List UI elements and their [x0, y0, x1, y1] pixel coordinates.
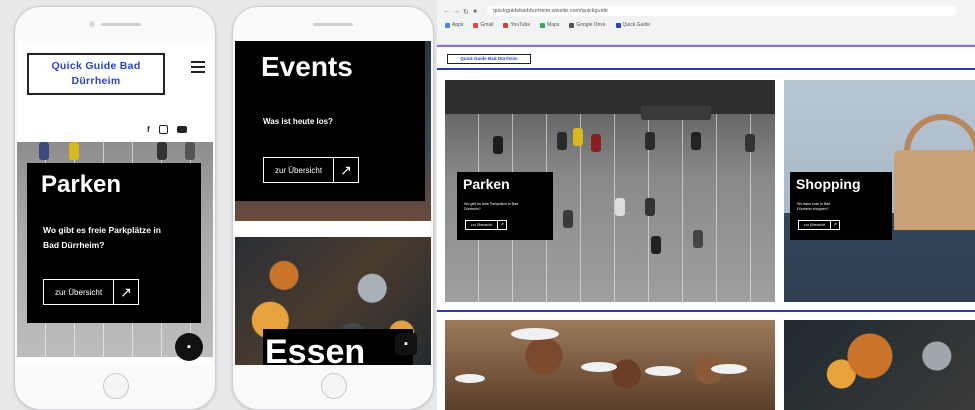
bookmarks-bar: Apps Gmail YouTube Maps Google Drive Qui…	[445, 22, 650, 28]
car	[157, 142, 167, 160]
bookmark-item[interactable]: Google Drive	[569, 22, 606, 28]
phone-mockup-events: Events Was ist heute los? zur Übersicht …	[232, 6, 434, 410]
bookmark-item[interactable]: Apps	[445, 22, 463, 28]
card-title: Parken	[41, 171, 122, 198]
hat	[455, 374, 485, 383]
phone-screen: Events Was ist heute los? zur Übersicht …	[235, 41, 431, 365]
site-logo[interactable]: Quick Guide Bad Dürrheim	[27, 53, 165, 95]
shopping-card: Shopping Wo kann man in Bad Dürrheim sho…	[790, 172, 892, 240]
section-divider	[437, 310, 975, 312]
car	[615, 198, 625, 216]
shopping-tile[interactable]: Shopping Wo kann man in Bad Dürrheim sho…	[784, 80, 975, 302]
phone-home-button	[321, 373, 347, 399]
facebook-icon[interactable]: f	[147, 125, 150, 134]
car	[185, 142, 195, 160]
card-text: Wo kann man in Bad Dürrheim shoppen?	[797, 202, 831, 211]
car	[691, 132, 701, 150]
maps-icon	[540, 22, 546, 28]
car	[69, 142, 79, 160]
parken-card: Parken Wo gibt es freie Parkplätze in Ba…	[27, 163, 201, 323]
site-logo[interactable]: Quick Guide Bad Dürrheim	[447, 54, 531, 64]
shopping-bag	[894, 150, 975, 230]
zur-uebersicht-button[interactable]: zur Übersicht ↗	[465, 220, 507, 230]
parken-tile[interactable]: Parken Wo gibt es freie Parkplätze in Ba…	[445, 80, 775, 302]
car	[573, 128, 583, 146]
events-card: Events Was ist heute los? zur Übersicht …	[235, 41, 425, 201]
apps-icon	[445, 22, 450, 28]
card-title: Events	[261, 51, 353, 82]
zur-uebersicht-button[interactable]: zur Übersicht ↗	[798, 220, 840, 230]
card-text: Was ist heute los?	[263, 117, 333, 126]
bookmark-item[interactable]: Gmail	[473, 22, 493, 28]
essen-tile[interactable]	[784, 320, 975, 410]
logo-line-2: Dürrheim	[71, 75, 121, 87]
bookmark-item[interactable]: Maps	[540, 22, 559, 28]
car	[693, 230, 703, 248]
youtube-icon	[503, 22, 509, 28]
car	[39, 142, 49, 160]
car	[591, 134, 601, 152]
zur-uebersicht-button[interactable]: zur Übersicht ↗	[263, 157, 359, 183]
instagram-icon[interactable]	[158, 125, 168, 134]
phone-camera	[89, 21, 95, 27]
reload-icon[interactable]: ↻	[463, 8, 469, 16]
logo-line-1: Quick Guide Bad	[51, 60, 141, 72]
social-links: f	[147, 125, 187, 134]
back-icon[interactable]: ←	[443, 8, 450, 15]
car	[645, 132, 655, 150]
card-title: Essen	[265, 333, 366, 365]
car	[493, 136, 503, 154]
forward-icon[interactable]: →	[453, 8, 460, 15]
card-title: Parken	[463, 176, 510, 192]
essen-card: Essen	[263, 329, 413, 365]
truck	[641, 106, 711, 120]
hat	[645, 366, 681, 376]
arrow-up-right-icon: ↗	[333, 158, 358, 182]
browser-window: ← → ↻ ● quickguidebaddurrheim.wixsite.co…	[437, 0, 975, 410]
header-underline	[437, 68, 975, 70]
youtube-icon[interactable]	[176, 126, 187, 133]
card-text: Wo gibt es freie Parkplätze in Bad Dürrh…	[43, 225, 161, 250]
hat	[711, 364, 747, 374]
car	[557, 132, 567, 150]
events-tile[interactable]	[445, 320, 775, 410]
road	[445, 80, 775, 114]
header-divider	[437, 45, 975, 47]
address-bar[interactable]: quickguidebaddurrheim.wixsite.com/quickg…	[487, 6, 957, 16]
card-title: Shopping	[796, 176, 861, 192]
arrow-up-right-icon: ↗	[830, 221, 839, 229]
car	[745, 134, 755, 152]
bookmark-item[interactable]: Quick Guide	[615, 22, 650, 28]
car	[645, 198, 655, 216]
parken-card: Parken Wo gibt es freie Parkplätze in Ba…	[457, 172, 553, 240]
phone-speaker	[101, 23, 141, 26]
gmail-icon	[473, 22, 479, 28]
arrow-up-right-icon: ↗	[497, 221, 506, 229]
chat-icon[interactable]: ▪	[395, 333, 417, 355]
drive-icon	[569, 22, 575, 28]
car	[563, 210, 573, 228]
phone-screen: Quick Guide Bad Dürrheim f Parken Wo gib…	[17, 41, 213, 365]
browser-chrome: ← → ↻ ● quickguidebaddurrheim.wixsite.co…	[437, 0, 975, 45]
zur-uebersicht-button[interactable]: zur Übersicht ↗	[43, 279, 139, 305]
phone-speaker	[313, 23, 353, 26]
hat	[581, 362, 617, 372]
hamburger-menu-icon[interactable]	[191, 61, 205, 76]
phone-home-button	[103, 373, 129, 399]
chat-icon[interactable]: ▪	[175, 333, 203, 361]
card-text: Wo gibt es freie Parkplätze in Bad Dürrh…	[464, 202, 519, 211]
lock-icon: ●	[473, 8, 478, 15]
bookmark-item[interactable]: YouTube	[503, 22, 530, 28]
bookmark-icon	[615, 22, 621, 28]
phone-mockup-parken: Quick Guide Bad Dürrheim f Parken Wo gib…	[14, 6, 216, 410]
car	[651, 236, 661, 254]
hat	[511, 328, 559, 340]
arrow-up-right-icon: ↗	[113, 280, 138, 304]
